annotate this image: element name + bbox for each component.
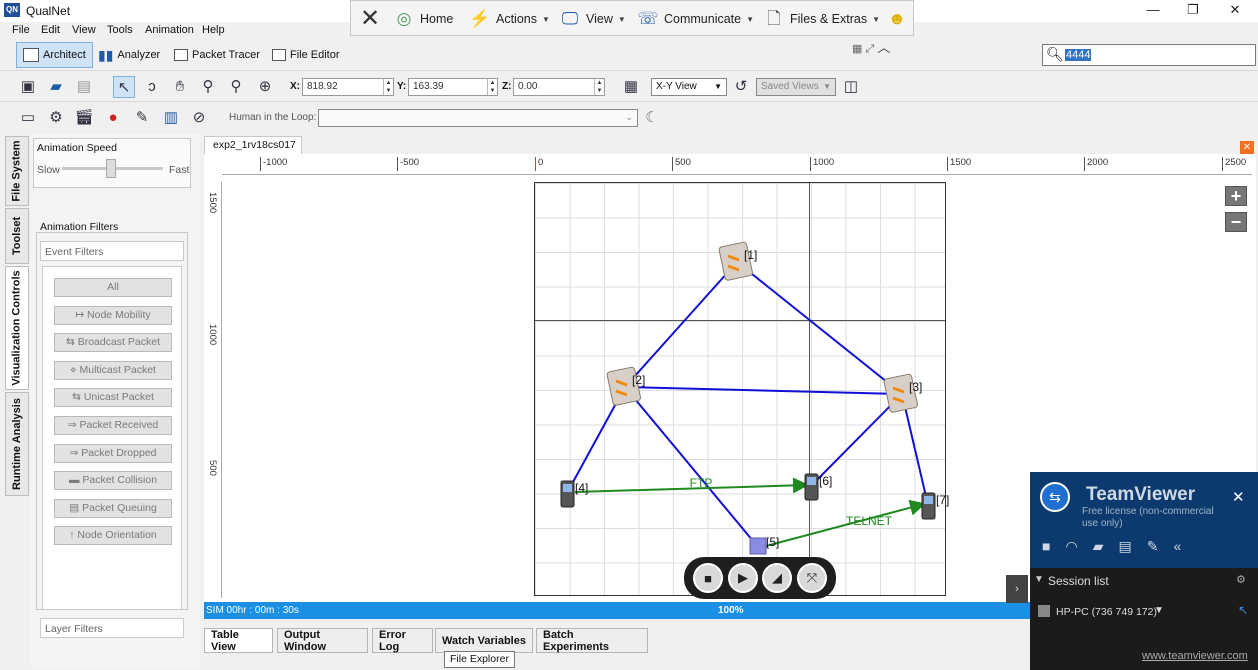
play-icon: ▶ — [738, 570, 748, 585]
node-label: [2] — [632, 373, 645, 387]
step-button[interactable]: ◢ — [762, 563, 792, 593]
node-label: [5] — [766, 535, 779, 549]
fullscreen-button[interactable]: ⤧ — [797, 563, 827, 593]
tab-batch-experiments[interactable]: Batch Experiments — [536, 628, 648, 653]
collapse-icon[interactable]: « — [1173, 538, 1196, 554]
node-5[interactable]: [5] — [749, 535, 779, 555]
teamviewer-expand-button[interactable]: › — [1006, 575, 1028, 603]
node-1[interactable]: [1] — [718, 241, 758, 281]
tools-icon[interactable]: ✎ — [1147, 538, 1174, 554]
node-6[interactable]: [6] — [804, 473, 832, 501]
teamviewer-logo-icon: ⇆ — [1040, 482, 1070, 512]
teamviewer-title: TeamViewer — [1086, 484, 1196, 505]
link-1-2[interactable] — [624, 261, 738, 388]
link-2-5[interactable] — [624, 386, 759, 548]
node-label: [6] — [819, 474, 832, 488]
link-2-3[interactable] — [624, 386, 903, 395]
node-7[interactable]: [7] — [921, 492, 949, 520]
session-item[interactable]: HP-PC (736 749 172) — [1056, 606, 1157, 618]
phone-screen — [563, 484, 572, 492]
chevron-down-icon[interactable]: ▼ — [1154, 605, 1164, 616]
teamviewer-toolbar: ■◠▰▤✎« — [1042, 538, 1196, 555]
node-label: [4] — [575, 481, 588, 495]
teamviewer-link[interactable]: www.teamviewer.com — [1142, 650, 1248, 662]
stop-icon: ■ — [704, 570, 712, 586]
link-3-7[interactable] — [901, 393, 929, 506]
play-button[interactable]: ▶ — [728, 563, 758, 593]
fullscreen-icon: ⤧ — [806, 570, 818, 585]
stop-button[interactable]: ■ — [693, 563, 723, 593]
settings-icon[interactable]: ⚙ — [1236, 573, 1246, 586]
link-1-3[interactable] — [736, 261, 903, 395]
bottom-tabs: Table View Output Window Error Log Watch… — [204, 628, 1024, 654]
app-label: TELNET — [846, 514, 893, 528]
teamviewer-session-area: ▼ Session list ⚙ HP-PC (736 749 172) ▼ ↖… — [1030, 568, 1258, 670]
tab-error-log[interactable]: Error Log — [372, 628, 433, 653]
app-label: FTP — [690, 476, 713, 490]
connect-arrow-icon[interactable]: ↖ — [1238, 603, 1248, 617]
node-label: [7] — [936, 493, 949, 507]
expand-triangle-icon[interactable]: ▼ — [1034, 574, 1044, 585]
sim-time: SIM 00hr : 00m : 30s — [206, 605, 299, 616]
tab-watch-variables[interactable]: Watch Variables — [435, 628, 533, 653]
teamviewer-close-button[interactable]: ✕ — [1232, 488, 1245, 506]
chat-icon[interactable]: ▰ — [1093, 538, 1119, 554]
zoom-in-button[interactable]: + — [1225, 186, 1247, 206]
progress-percent: 100% — [718, 605, 744, 616]
node-4[interactable]: [4] — [560, 480, 588, 508]
playback-controls: ■ ▶ ◢ ⤧ — [684, 557, 836, 599]
zoom-out-button[interactable]: − — [1225, 212, 1247, 232]
computer-icon — [1038, 605, 1050, 617]
tab-output-window[interactable]: Output Window — [277, 628, 368, 653]
node-3[interactable]: [3] — [883, 373, 923, 413]
tab-table-view[interactable]: Table View — [204, 628, 273, 653]
node-label: [3] — [909, 380, 922, 394]
host-icon — [749, 537, 767, 555]
camera-icon[interactable]: ■ — [1042, 538, 1065, 554]
phone-screen — [924, 496, 933, 504]
session-list-title: Session list — [1048, 574, 1109, 588]
node-label: [1] — [744, 248, 757, 262]
tooltip: File Explorer — [444, 651, 515, 668]
step-icon: ◢ — [772, 570, 782, 585]
link-3-6[interactable] — [810, 393, 903, 487]
clipboard-icon[interactable]: ▤ — [1118, 538, 1146, 554]
phone-screen — [807, 477, 816, 485]
license-text: Free license (non-commercial use only) — [1082, 506, 1214, 529]
node-2[interactable]: [2] — [606, 366, 646, 406]
headset-icon[interactable]: ◠ — [1065, 538, 1092, 554]
